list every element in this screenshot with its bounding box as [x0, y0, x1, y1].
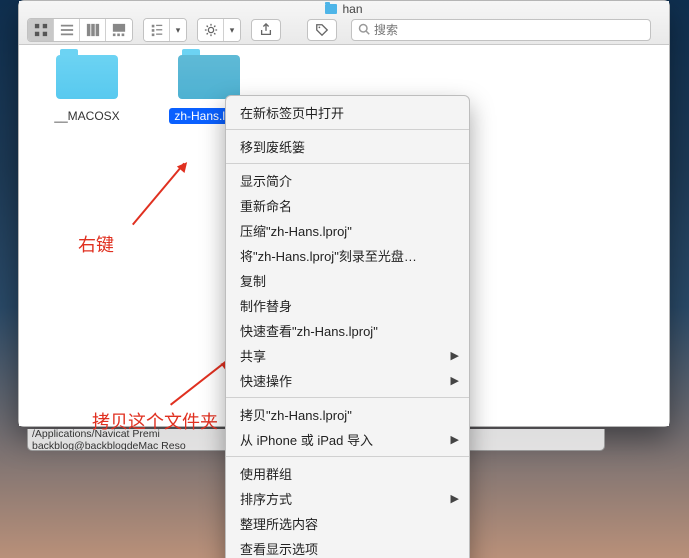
view-mode-segmented[interactable] — [27, 18, 133, 42]
menu-quicklook[interactable]: 快速查看"zh-Hans.lproj" — [226, 318, 469, 343]
window-title-text: han — [342, 2, 362, 16]
menu-sort-by[interactable]: 排序方式▶ — [226, 486, 469, 511]
folder-icon — [178, 55, 240, 99]
action-dropdown-button[interactable]: ▾ — [224, 19, 240, 41]
window-title: han — [325, 2, 362, 16]
menu-make-alias[interactable]: 制作替身 — [226, 293, 469, 318]
search-icon — [358, 23, 370, 38]
toolbar: ▾ ▾ — [19, 16, 669, 44]
menu-use-groups[interactable]: 使用群组 — [226, 461, 469, 486]
list-view-button[interactable] — [54, 19, 80, 41]
menu-view-options[interactable]: 查看显示选项 — [226, 536, 469, 558]
column-view-button[interactable] — [80, 19, 106, 41]
icon-view-button[interactable] — [28, 19, 54, 41]
menu-separator — [226, 397, 469, 398]
group-button[interactable] — [144, 19, 170, 41]
chevron-down-icon: ▾ — [230, 25, 235, 36]
folder-icon — [56, 55, 118, 99]
menu-rename[interactable]: 重新命名 — [226, 193, 469, 218]
share-button[interactable] — [251, 19, 281, 41]
folder-label: __MACOSX — [49, 108, 124, 124]
list-icon — [60, 23, 74, 37]
menu-separator — [226, 129, 469, 130]
menu-compress[interactable]: 压缩"zh-Hans.lproj" — [226, 218, 469, 243]
gallery-icon — [112, 23, 126, 37]
tag-icon — [315, 23, 329, 37]
context-menu: 在新标签页中打开 移到废纸篓 显示简介 重新命名 压缩"zh-Hans.lpro… — [225, 95, 470, 558]
submenu-arrow-icon: ▶ — [451, 433, 459, 446]
search-field[interactable] — [351, 19, 651, 41]
folder-item[interactable]: __MACOSX — [37, 55, 137, 125]
titlebar: han — [19, 1, 669, 45]
gallery-view-button[interactable] — [106, 19, 132, 41]
menu-open-new-tab[interactable]: 在新标签页中打开 — [226, 100, 469, 125]
action-button[interactable] — [198, 19, 224, 41]
menu-share[interactable]: 共享▶ — [226, 343, 469, 368]
submenu-arrow-icon: ▶ — [451, 374, 459, 387]
submenu-arrow-icon: ▶ — [451, 492, 459, 505]
group-dropdown-button[interactable]: ▾ — [170, 19, 186, 41]
group-icon — [150, 23, 164, 37]
grid-icon — [34, 23, 48, 37]
columns-icon — [86, 23, 100, 37]
folder-icon — [325, 4, 337, 14]
share-icon — [259, 23, 273, 37]
menu-import-device[interactable]: 从 iPhone 或 iPad 导入▶ — [226, 427, 469, 452]
menu-get-info[interactable]: 显示简介 — [226, 168, 469, 193]
menu-copy[interactable]: 拷贝"zh-Hans.lproj" — [226, 402, 469, 427]
menu-separator — [226, 163, 469, 164]
group-segmented[interactable]: ▾ — [143, 18, 187, 42]
submenu-arrow-icon: ▶ — [451, 349, 459, 362]
menu-quick-actions[interactable]: 快速操作▶ — [226, 368, 469, 393]
menu-duplicate[interactable]: 复制 — [226, 268, 469, 293]
menu-clean-up[interactable]: 整理所选内容 — [226, 511, 469, 536]
tags-button[interactable] — [307, 19, 337, 41]
menu-burn[interactable]: 将"zh-Hans.lproj"刻录至光盘… — [226, 243, 469, 268]
search-input[interactable] — [374, 23, 644, 37]
action-segmented[interactable]: ▾ — [197, 18, 241, 42]
menu-move-to-trash[interactable]: 移到废纸篓 — [226, 134, 469, 159]
chevron-down-icon: ▾ — [176, 25, 181, 36]
menu-separator — [226, 456, 469, 457]
gear-icon — [204, 23, 218, 37]
